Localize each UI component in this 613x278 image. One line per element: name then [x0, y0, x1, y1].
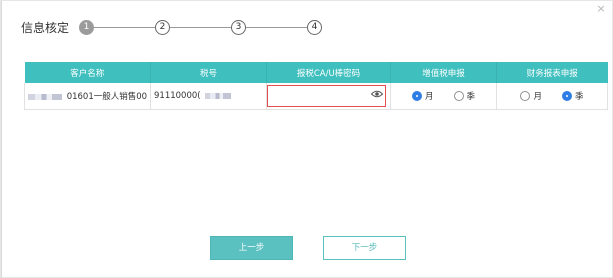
column-header-customer-name: 客户名称 [24, 62, 151, 83]
financial-report-radio-group: 月 季 [500, 90, 604, 102]
tax-id-cell: 91110000( [150, 83, 267, 110]
table-row: 01601一般人销售00 91110000(月 季 月 季 [24, 83, 608, 110]
next-step-button[interactable]: 下一步 [323, 236, 406, 260]
close-button[interactable]: × [596, 2, 606, 15]
radio-label: 月 [533, 92, 542, 102]
radio-label: 月 [424, 92, 434, 102]
step-indicator: 1 2 3 4 [79, 19, 323, 35]
column-header-ca-password: 报税CA/U棒密码 [266, 62, 391, 83]
ca-password-input[interactable] [267, 85, 386, 107]
radio-checked-icon [411, 91, 422, 101]
redacted-text [205, 92, 232, 99]
step-4: 4 [307, 19, 323, 35]
tax-id: 91110000( [154, 91, 201, 101]
password-cell [266, 83, 391, 110]
close-icon: × [596, 2, 606, 15]
column-header-tax-id: 税号 [150, 62, 267, 83]
step-connector [246, 26, 308, 28]
info-verify-dialog: × 信息核定 1 2 3 4 客户名称 税号 报税CA/U棒密码 增值税申报 财… [0, 0, 613, 278]
customer-name-cell: 01601一般人销售00 [24, 83, 151, 110]
customer-name: 01601一般人销售00 [66, 92, 148, 102]
eye-icon[interactable] [371, 90, 383, 98]
vat-filing-radio-group: 月 季 [394, 90, 493, 102]
vat-filing-cell: 月 季 [390, 83, 497, 110]
report-monthly-radio[interactable]: 月 [520, 90, 542, 102]
step-3: 3 [231, 19, 247, 35]
step-connector [170, 26, 232, 28]
previous-step-button[interactable]: 上一步 [210, 236, 293, 260]
vat-quarterly-radio[interactable]: 季 [453, 90, 476, 102]
radio-label: 季 [575, 92, 584, 102]
dialog-header: 信息核定 1 2 3 4 [21, 15, 323, 39]
customer-table: 客户名称 税号 报税CA/U棒密码 增值税申报 财务报表申报 01601一般人销… [24, 62, 608, 110]
redacted-text [28, 93, 62, 100]
report-quarterly-radio[interactable]: 季 [562, 90, 584, 102]
column-header-vat-filing: 增值税申报 [390, 62, 497, 83]
financial-report-cell: 月 季 [496, 83, 608, 110]
step-2: 2 [155, 19, 171, 35]
step-connector [94, 26, 156, 28]
step-1: 1 [79, 19, 95, 35]
column-header-financial-report: 财务报表申报 [496, 62, 608, 83]
left-divider [1, 1, 2, 278]
radio-unchecked-icon [520, 91, 531, 101]
dialog-title: 信息核定 [21, 20, 70, 35]
radio-label: 季 [466, 92, 476, 102]
radio-checked-icon [562, 91, 572, 101]
table-header-row: 客户名称 税号 报税CA/U棒密码 增值税申报 财务报表申报 [24, 62, 608, 83]
radio-unchecked-icon [453, 91, 464, 101]
vat-monthly-radio[interactable]: 月 [411, 90, 434, 102]
